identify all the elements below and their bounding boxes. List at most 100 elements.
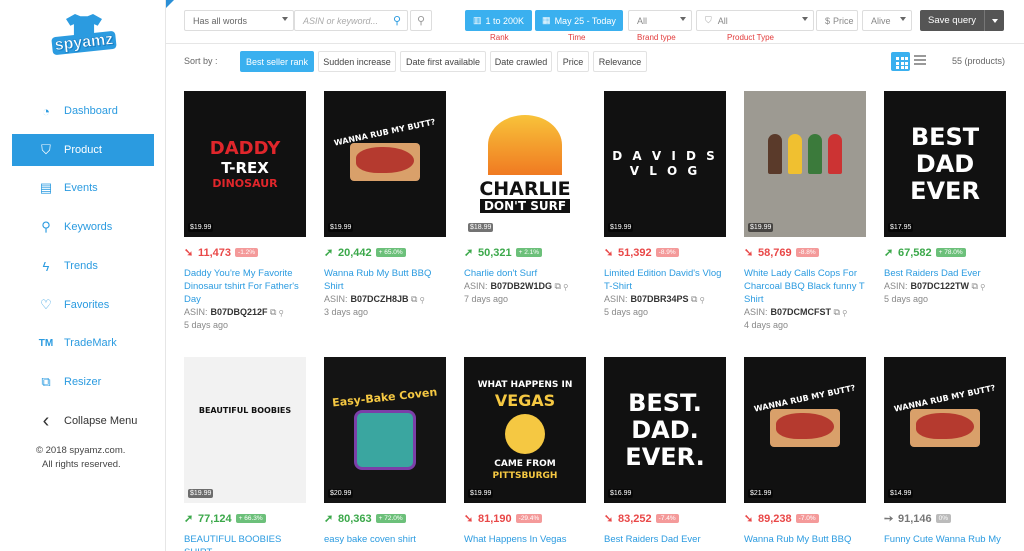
sort-option-relevance[interactable]: Relevance — [593, 51, 647, 72]
search-icon[interactable]: ⚲ — [840, 307, 846, 317]
price-tag: $19.99 — [188, 489, 214, 498]
product-card[interactable]: BEAUTIFUL BOOBIES $19.99 ➚ 77,124 + 66.3% BEA… — [184, 357, 308, 551]
external-link-icon[interactable]: ⧉ — [969, 281, 978, 291]
sidebar-item-events[interactable]: ▤ Events — [12, 172, 154, 204]
price-label: Price — [833, 15, 854, 26]
product-title-link[interactable]: Charlie don't Surf — [464, 267, 588, 280]
product-thumbnail[interactable]: BEST DAD EVER $17.95 — [884, 91, 1006, 237]
product-title-link[interactable]: BEAUTIFUL BOOBIES SHIRT — [184, 533, 308, 551]
list-view-icon[interactable] — [914, 55, 926, 67]
product-title-link[interactable]: Limited Edition David's Vlog T-Shirt — [604, 267, 728, 293]
search-input[interactable]: ASIN or keyword... ⚲ — [294, 10, 408, 31]
asin-value: B07DB2W1DG — [490, 281, 553, 291]
product-title-link[interactable]: Best Raiders Dad Ever — [884, 267, 1008, 280]
product-title-link[interactable]: Best Raiders Dad Ever — [604, 533, 728, 546]
sales-rank: 89,238 — [758, 512, 792, 525]
sidebar-item-trends[interactable]: ϟ Trends — [12, 250, 154, 282]
sort-option-date-crawled[interactable]: Date crawled — [490, 51, 552, 72]
clear-search-icon[interactable]: ⚲ — [410, 10, 432, 31]
time-ago: 3 days ago — [324, 307, 369, 317]
sidebar-item-label: Resizer — [64, 376, 102, 388]
product-title-link[interactable]: easy bake coven shirt — [324, 533, 448, 546]
product-thumbnail[interactable]: WANNA RUB MY BUTT? $21.99 — [744, 357, 866, 503]
time-ago: 7 days ago — [464, 294, 509, 304]
product-title-link[interactable]: Funny Cute Wanna Rub My — [884, 533, 1008, 546]
sidebar-item-trademark[interactable]: TM TradeMark — [12, 327, 154, 359]
product-thumbnail[interactable]: CHARLIE DON'T SURF $18.99 — [464, 91, 586, 237]
product-thumbnail[interactable]: WANNA RUB MY BUTT? $19.99 — [324, 91, 446, 237]
search-icon[interactable]: ⚲ — [393, 14, 401, 27]
product-title-link[interactable]: White Lady Calls Cops For Charcoal BBQ B… — [744, 267, 868, 306]
time-ago: 5 days ago — [604, 307, 649, 317]
rank-filter-button[interactable]: ▥ 1 to 200K — [465, 10, 532, 31]
chevron-down-icon[interactable] — [984, 10, 1004, 31]
rank-change-badge: 0% — [935, 514, 952, 523]
product-card[interactable]: Easy-Bake Coven $20.99 ➚ 80,363 + 72.0% easy … — [324, 357, 448, 547]
product-card[interactable]: $19.99 ➘ 58,769 -8.8% White Lady Calls Cops … — [744, 91, 868, 330]
product-title-link[interactable]: What Happens In Vegas — [464, 533, 588, 546]
chevron-left-icon: ‹ — [42, 409, 50, 432]
product-thumbnail[interactable]: $19.99 — [744, 91, 866, 237]
product-thumbnail[interactable]: BEAUTIFUL BOOBIES $19.99 — [184, 357, 306, 503]
grid-view-icon[interactable] — [891, 52, 910, 71]
product-card[interactable]: WANNA RUB MY BUTT? $14.99 ➙ 91,146 0% Funny C… — [884, 357, 1008, 547]
search-icon[interactable]: ⚲ — [561, 281, 567, 291]
product-thumbnail[interactable]: WHAT HAPPENS IN VEGAS CAME FROM PITTSBURGH $… — [464, 357, 586, 503]
rank-change-badge: -1.2% — [235, 248, 259, 257]
product-thumbnail[interactable]: BEST. DAD. EVER. $16.99 — [604, 357, 726, 503]
search-icon[interactable]: ⚲ — [276, 307, 283, 317]
sidebar-item-keywords[interactable]: ⚲ Keywords — [12, 211, 154, 243]
brand-type-select[interactable]: All — [628, 10, 692, 31]
product-title-link[interactable]: Wanna Rub My Butt BBQ Shirt — [324, 267, 448, 293]
product-thumbnail[interactable]: D A V I D SV L O G $19.99 — [604, 91, 726, 237]
shirt-design — [744, 91, 866, 237]
product-card[interactable]: DADDY T-REX DINOSAUR $19.99 ➘ 11,473 -1.2% Dadd… — [184, 91, 308, 330]
product-card[interactable]: BEST DAD EVER $17.95 ➚ 67,582 + 78.0% Best Raid… — [884, 91, 1008, 304]
shirt-design: Easy-Bake Coven — [324, 357, 446, 503]
sort-option-sudden-increase[interactable]: Sudden increase — [318, 51, 396, 72]
trend-down-arrow-icon: ➘ — [744, 513, 754, 525]
time-filter-button[interactable]: ▦ May 25 - Today — [535, 10, 623, 31]
product-title-link[interactable]: Daddy You're My Favorite Dinosaur tshirt… — [184, 267, 308, 306]
tshirt-icon: ⛉ — [41, 142, 51, 157]
sales-rank: 51,392 — [618, 246, 652, 259]
sidebar-item-collapse-menu[interactable]: ‹ Collapse Menu — [12, 405, 154, 437]
product-card[interactable]: BEST. DAD. EVER. $16.99 ➘ 83,252 -7.4% Best Rai… — [604, 357, 728, 547]
product-type-select[interactable]: ⛉ All — [696, 10, 814, 31]
product-card[interactable]: CHARLIE DON'T SURF $18.99 ➚ 50,321 + 2.1% Char… — [464, 91, 588, 304]
price-tag: $19.99 — [608, 223, 634, 232]
asin-label: ASIN: — [744, 307, 768, 317]
price-tag: $14.99 — [888, 489, 914, 498]
rank-change-badge: -7.4% — [655, 514, 679, 523]
sidebar-item-favorites[interactable]: ♡ Favorites — [12, 289, 154, 321]
price-filter[interactable]: $ Price — [816, 10, 858, 31]
product-card[interactable]: WANNA RUB MY BUTT? $19.99 ➚ 20,442 + 65.0% Wa… — [324, 91, 448, 317]
spyamz-logo[interactable]: spyamz — [51, 14, 117, 60]
search-icon[interactable]: ⚲ — [697, 294, 704, 304]
save-query-button[interactable]: Save query — [920, 10, 1004, 31]
sort-option-date-first-available[interactable]: Date first available — [400, 51, 486, 72]
sidebar-item-product[interactable]: ⛉ Product — [12, 134, 154, 166]
search-mode-select[interactable]: Has all words — [184, 10, 294, 31]
asin-label: ASIN: — [884, 281, 908, 291]
status-select[interactable]: Alive — [862, 10, 912, 31]
external-link-icon[interactable]: ⧉ — [552, 281, 561, 291]
search-icon[interactable]: ⚲ — [978, 281, 984, 291]
time-value: May 25 - Today — [554, 15, 616, 26]
sidebar-item-resizer[interactable]: ⧉ Resizer — [12, 366, 154, 398]
product-card[interactable]: D A V I D SV L O G $19.99 ➘ 51,392 -8.9% Limi… — [604, 91, 728, 317]
rank-change-badge: + 66.3% — [235, 514, 266, 523]
external-link-icon[interactable]: ⧉ — [831, 307, 840, 317]
product-thumbnail[interactable]: WANNA RUB MY BUTT? $14.99 — [884, 357, 1006, 503]
search-icon[interactable]: ⚲ — [417, 294, 424, 304]
sort-option-best-seller-rank[interactable]: Best seller rank — [240, 51, 314, 72]
trend-down-arrow-icon: ➘ — [604, 513, 614, 525]
pie-chart-icon: ◔ — [42, 103, 50, 119]
sort-option-price[interactable]: Price — [557, 51, 589, 72]
product-thumbnail[interactable]: Easy-Bake Coven $20.99 — [324, 357, 446, 503]
product-card[interactable]: WHAT HAPPENS IN VEGAS CAME FROM PITTSBURGH $… — [464, 357, 588, 547]
product-card[interactable]: WANNA RUB MY BUTT? $21.99 ➘ 89,238 -7.0% Wann… — [744, 357, 868, 547]
product-title-link[interactable]: Wanna Rub My Butt BBQ — [744, 533, 868, 546]
sidebar-item-dashboard[interactable]: ◔ Dashboard — [12, 95, 154, 127]
product-thumbnail[interactable]: DADDY T-REX DINOSAUR $19.99 — [184, 91, 306, 237]
